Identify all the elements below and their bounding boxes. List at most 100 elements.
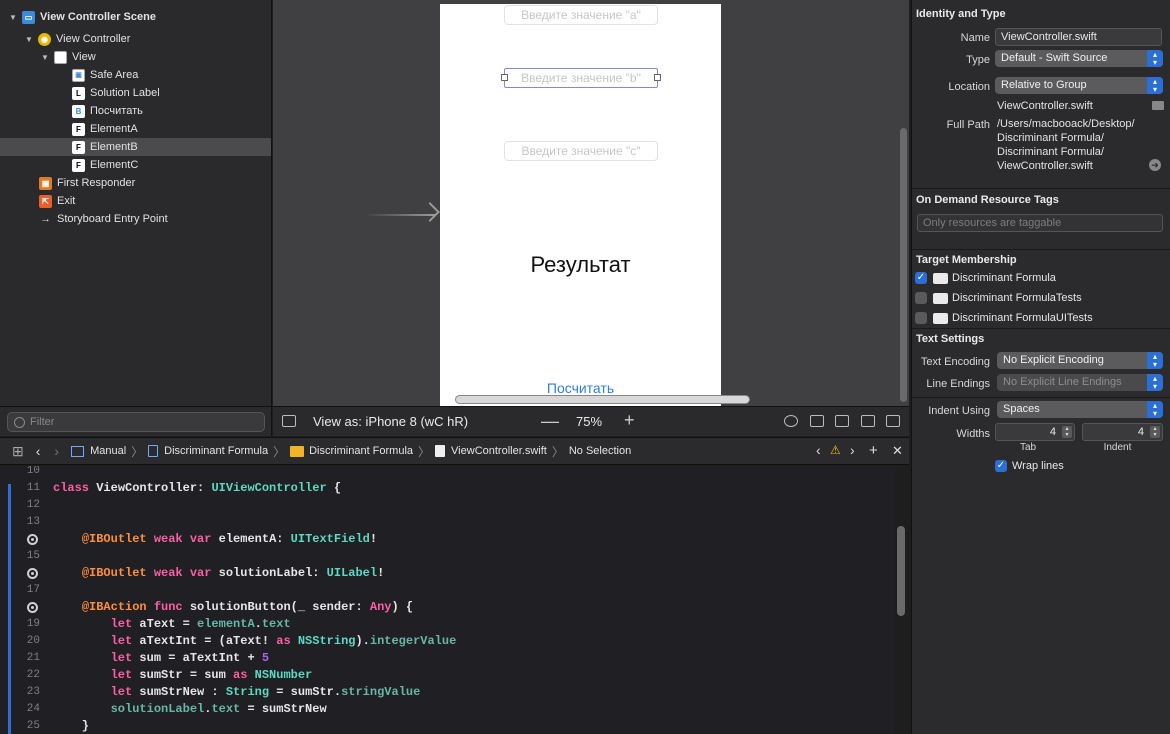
code-line[interactable]: 24 solutionLabel.text = sumStrNew: [0, 701, 895, 718]
canvas-vertical-scrollbar[interactable]: [900, 128, 907, 402]
indent-using-popup[interactable]: Spaces ▴ ▾: [997, 401, 1163, 418]
type-popup[interactable]: Default - Swift Source ▴ ▾: [995, 50, 1163, 67]
target-checkbox[interactable]: [915, 292, 927, 304]
close-editor-icon[interactable]: ✕: [892, 443, 903, 459]
code-line[interactable]: 19 let aText = elementA.text: [0, 616, 895, 633]
stack-view-icon[interactable]: [835, 415, 849, 427]
element-c-text-field[interactable]: Введите значение "c": [504, 141, 658, 161]
folder-icon[interactable]: [1152, 101, 1164, 110]
storyboard-canvas[interactable]: Введите значение "a" Введите значение "b…: [273, 0, 909, 406]
zoom-in-button[interactable]: +: [624, 410, 635, 431]
code-line[interactable]: 23 let sumStrNew : String = sumStr.strin…: [0, 684, 895, 701]
zoom-out-button[interactable]: —: [541, 411, 559, 432]
code-line[interactable]: @IBOutlet weak var elementA: UITextField…: [0, 531, 895, 548]
code-line[interactable]: @IBOutlet weak var solutionLabel: UILabe…: [0, 565, 895, 582]
code-text[interactable]: let sum = aTextInt + 5: [53, 650, 269, 667]
location-popup[interactable]: Relative to Group ▴ ▾: [995, 77, 1163, 94]
add-editor-icon[interactable]: +: [869, 442, 878, 459]
outline-item-view-controller[interactable]: ▼ ◉ View Controller: [0, 30, 271, 48]
outline-item-safe-area[interactable]: ▣ Safe Area: [0, 66, 271, 84]
code-text[interactable]: class ViewController: UIViewController {: [53, 480, 341, 497]
outline-item-calc-button[interactable]: B Посчитать: [0, 102, 271, 120]
next-issue-icon[interactable]: ›: [850, 442, 855, 458]
iphone-scene[interactable]: Введите значение "a" Введите значение "b…: [440, 4, 721, 406]
target-checkbox[interactable]: ✓: [915, 272, 927, 284]
back-chevron-icon[interactable]: ‹: [36, 443, 41, 459]
outline-item-element-a[interactable]: F ElementA: [0, 120, 271, 138]
code-line[interactable]: 13: [0, 514, 895, 531]
wrap-lines-checkbox[interactable]: ✓: [995, 460, 1007, 472]
code-text[interactable]: let sumStrNew : String = sumStr.stringVa…: [53, 684, 421, 701]
outlet-connection-icon[interactable]: [27, 602, 38, 613]
reveal-in-finder-icon[interactable]: ➜: [1149, 159, 1161, 171]
code-line[interactable]: 15: [0, 548, 895, 565]
outline-item-entry-point[interactable]: → Storyboard Entry Point: [0, 210, 271, 228]
odr-tags-field[interactable]: Only resources are taggable: [917, 214, 1163, 232]
code-text[interactable]: let aTextInt = (aText! as NSString).inte…: [53, 633, 457, 650]
outline-item-element-c[interactable]: F ElementC: [0, 156, 271, 174]
code-line[interactable]: 20 let aTextInt = (aText! as NSString).i…: [0, 633, 895, 650]
filter-input[interactable]: Filter: [7, 412, 265, 432]
align-icon[interactable]: [861, 415, 875, 427]
outline-item-solution-label[interactable]: L Solution Label: [0, 84, 271, 102]
code-vertical-scrollbar[interactable]: [897, 526, 905, 616]
disclosure-triangle-icon[interactable]: ▼: [24, 35, 34, 44]
outlet-connection-icon[interactable]: [27, 534, 38, 545]
outline-item-view[interactable]: ▼ View: [0, 48, 271, 66]
target-checkbox[interactable]: [915, 312, 927, 324]
toggle-outline-icon[interactable]: [282, 415, 296, 427]
resize-handle-left[interactable]: [501, 74, 508, 81]
code-line[interactable]: 17: [0, 582, 895, 599]
element-b-text-field[interactable]: Введите значение "b": [504, 68, 658, 88]
outline-item-element-b[interactable]: F ElementB: [0, 138, 271, 156]
disclosure-triangle-icon[interactable]: ▼: [40, 53, 50, 62]
warning-icon[interactable]: ⚠: [830, 443, 841, 457]
button-icon: B: [72, 104, 85, 118]
code-text[interactable]: }: [53, 718, 89, 734]
code-line[interactable]: @IBAction func solutionButton(_ sender: …: [0, 599, 895, 616]
jump-selection-item[interactable]: No Selection: [569, 445, 631, 457]
code-text[interactable]: @IBAction func solutionButton(_ sender: …: [53, 599, 413, 616]
forward-chevron-icon[interactable]: ›: [54, 443, 59, 459]
code-text[interactable]: @IBOutlet weak var solutionLabel: UILabe…: [53, 565, 384, 582]
outline-item-scene[interactable]: ▼ ▭ View Controller Scene: [0, 8, 271, 26]
line-endings-popup[interactable]: No Explicit Line Endings ▴ ▾: [997, 374, 1163, 391]
add-constraints-icon[interactable]: [886, 415, 900, 427]
code-line[interactable]: 22 let sumStr = sum as NSNumber: [0, 667, 895, 684]
canvas-horizontal-scrollbar[interactable]: [455, 395, 750, 404]
code-line[interactable]: 11 class ViewController: UIViewController…: [0, 480, 895, 497]
code-text[interactable]: solutionLabel.text = sumStrNew: [53, 701, 327, 718]
outlet-connection-icon[interactable]: [27, 568, 38, 579]
code-line[interactable]: 25 }: [0, 718, 895, 734]
indent-width-stepper-icon[interactable]: ▴ ▾: [1150, 426, 1160, 438]
calculate-button[interactable]: Посчитать: [440, 380, 721, 396]
jump-group-item[interactable]: Discriminant Formula: [290, 445, 413, 457]
jump-mode-item[interactable]: Manual: [71, 445, 126, 457]
jump-project-item[interactable]: Discriminant Formula: [148, 445, 268, 457]
code-line[interactable]: 10: [0, 466, 895, 480]
solution-label[interactable]: Результат: [440, 252, 721, 278]
update-frames-icon[interactable]: [784, 415, 798, 427]
disclosure-triangle-icon[interactable]: ▼: [8, 13, 18, 22]
indent-width-field[interactable]: 4 ▴ ▾: [1082, 423, 1163, 441]
outline-item-exit[interactable]: ⇱ Exit: [0, 192, 271, 210]
element-a-text-field[interactable]: Введите значение "a": [504, 5, 658, 25]
code-text[interactable]: let sumStr = sum as NSNumber: [53, 667, 313, 684]
related-items-icon[interactable]: ⊞: [12, 443, 24, 460]
code-editor[interactable]: 10 11 class ViewController: UIViewControll…: [0, 466, 895, 734]
code-line[interactable]: 12: [0, 497, 895, 514]
text-encoding-popup[interactable]: No Explicit Encoding ▴ ▾: [997, 352, 1163, 369]
tab-width-stepper-icon[interactable]: ▴ ▾: [1062, 426, 1072, 438]
outline-item-first-responder[interactable]: ▦ First Responder: [0, 174, 271, 192]
name-field[interactable]: ViewController.swift: [995, 28, 1162, 46]
tab-width-field[interactable]: 4 ▴ ▾: [995, 423, 1075, 441]
jump-file-item[interactable]: ViewController.swift: [435, 445, 547, 457]
view-as-device-button[interactable]: View as: iPhone 8 (wC hR): [313, 414, 468, 429]
code-line[interactable]: 21 let sum = aTextInt + 5: [0, 650, 895, 667]
code-text[interactable]: let aText = elementA.text: [53, 616, 291, 633]
code-text[interactable]: @IBOutlet weak var elementA: UITextField…: [53, 531, 377, 548]
resize-handle-right[interactable]: [654, 74, 661, 81]
zoom-level[interactable]: 75%: [576, 414, 602, 429]
previous-issue-icon[interactable]: ‹: [816, 442, 821, 458]
embed-in-icon[interactable]: [810, 415, 824, 427]
